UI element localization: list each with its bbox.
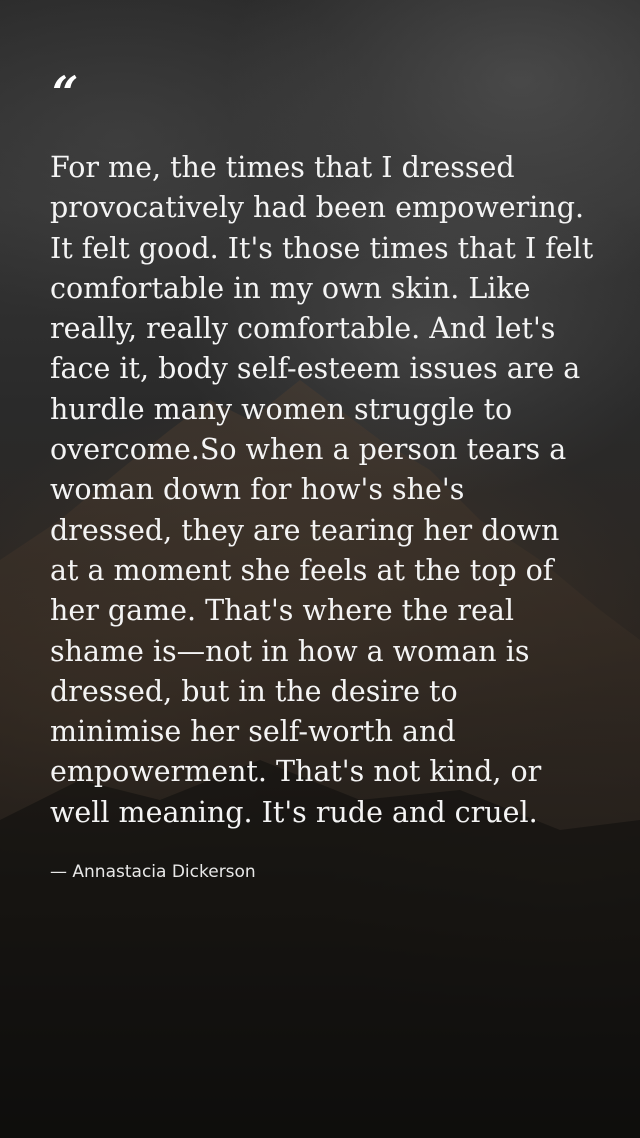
quote-text: For me, the times that I dressed provoca… xyxy=(50,151,594,829)
quote-mark-icon: “ xyxy=(52,66,79,120)
quote-author: — Annastacia Dickerson xyxy=(50,862,256,883)
quote-card: “ For me, the times that I dressed provo… xyxy=(50,70,610,883)
